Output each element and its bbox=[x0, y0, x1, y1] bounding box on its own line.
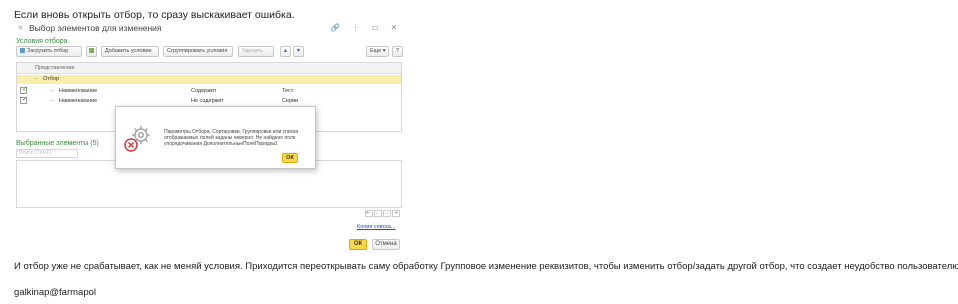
row-checkbox[interactable]: ✓ bbox=[20, 96, 28, 104]
more-menu-button[interactable]: Еще ▾ bbox=[366, 46, 389, 57]
arrow-down-icon: ▼ bbox=[295, 48, 302, 54]
cancel-button[interactable]: Отмена bbox=[372, 239, 400, 250]
add-condition-button[interactable]: Добавить условие bbox=[101, 46, 159, 57]
load-filter-button[interactable]: Загрузить отбор bbox=[16, 46, 82, 57]
ok-button[interactable]: ОК bbox=[349, 239, 367, 250]
row-checkbox[interactable]: ✓ bbox=[20, 86, 28, 94]
checkmark-icon: ✓ bbox=[22, 96, 28, 103]
dialog-ok-button[interactable]: ОК bbox=[282, 153, 298, 163]
grid-header: Представление bbox=[17, 63, 401, 74]
dash-icon: – bbox=[50, 98, 54, 104]
last-page-button[interactable]: ⇥ bbox=[392, 210, 400, 217]
filter-toolbar: Загрузить отбор Добавить условие Сгруппи… bbox=[16, 46, 405, 58]
error-gear-icon bbox=[124, 126, 150, 152]
row-value: Тест bbox=[282, 88, 294, 94]
table-row[interactable]: ✓ – Наименование Содержит Тест bbox=[17, 86, 401, 96]
window-controls[interactable]: 🔗 ⋮ ▭ ✕ bbox=[331, 23, 402, 32]
pager: ⇤ ← → ⇥ bbox=[364, 210, 400, 217]
checkmark-icon: ✓ bbox=[22, 86, 28, 93]
row-value: Серви bbox=[282, 98, 299, 104]
move-down-button[interactable]: ▼ bbox=[293, 46, 304, 57]
selected-section-title: Выбранные элементы (5) bbox=[16, 140, 99, 147]
filter-section-title: Условия отбора bbox=[16, 38, 68, 45]
collapse-icon[interactable]: – bbox=[35, 76, 38, 82]
window-title: Выбор элементов для изменения bbox=[29, 23, 162, 33]
post-signature: galkinap@farmapol bbox=[14, 287, 96, 298]
load-filter-label: Загрузить отбор bbox=[27, 48, 69, 54]
first-page-button[interactable]: ⇤ bbox=[365, 210, 373, 217]
grid-header-presentation: Представление bbox=[35, 65, 75, 71]
error-dialog: Параметры Отбора, Сортировки, Группировк… bbox=[115, 106, 316, 169]
row-field: Наименование bbox=[59, 98, 98, 104]
next-page-button[interactable]: → bbox=[383, 210, 391, 217]
group-row-label: Отбор bbox=[43, 76, 60, 82]
row-field: Наименование bbox=[59, 88, 98, 94]
copy-list-link[interactable]: Копия списка... bbox=[357, 224, 396, 230]
favorite-star-icon[interactable]: ★ bbox=[17, 23, 24, 32]
add-group-button[interactable] bbox=[86, 46, 97, 57]
error-message: Параметры Отбора, Сортировки, Группировк… bbox=[164, 129, 299, 147]
post-followup-text: И отбор уже не срабатывает, как не меняй… bbox=[14, 261, 958, 272]
help-button[interactable]: ? bbox=[392, 46, 403, 57]
table-row[interactable]: ✓ – Наименование Не содержит Серви bbox=[17, 96, 401, 106]
move-up-button[interactable]: ▲ bbox=[280, 46, 291, 57]
add-group-icon bbox=[89, 48, 94, 53]
selection-window: ★ Выбор элементов для изменения 🔗 ⋮ ▭ ✕ … bbox=[12, 21, 405, 252]
row-condition: Содержит bbox=[191, 88, 217, 94]
dash-icon: – bbox=[50, 88, 54, 94]
arrow-up-icon: ▲ bbox=[282, 48, 289, 54]
grid-group-row[interactable]: – Отбор bbox=[17, 75, 401, 84]
row-condition: Не содержит bbox=[191, 98, 224, 104]
delete-button[interactable]: Удалить bbox=[238, 46, 274, 57]
window-titlebar: ★ Выбор элементов для изменения 🔗 ⋮ ▭ ✕ bbox=[12, 21, 405, 36]
post-intro-text: Если вновь открыть отбор, то сразу выска… bbox=[14, 9, 295, 21]
load-icon bbox=[20, 48, 25, 53]
search-input[interactable]: Поиск (Ctrl+F) bbox=[16, 149, 78, 158]
prev-page-button[interactable]: ← bbox=[374, 210, 382, 217]
group-conditions-button[interactable]: Сгруппировать условия bbox=[163, 46, 233, 57]
